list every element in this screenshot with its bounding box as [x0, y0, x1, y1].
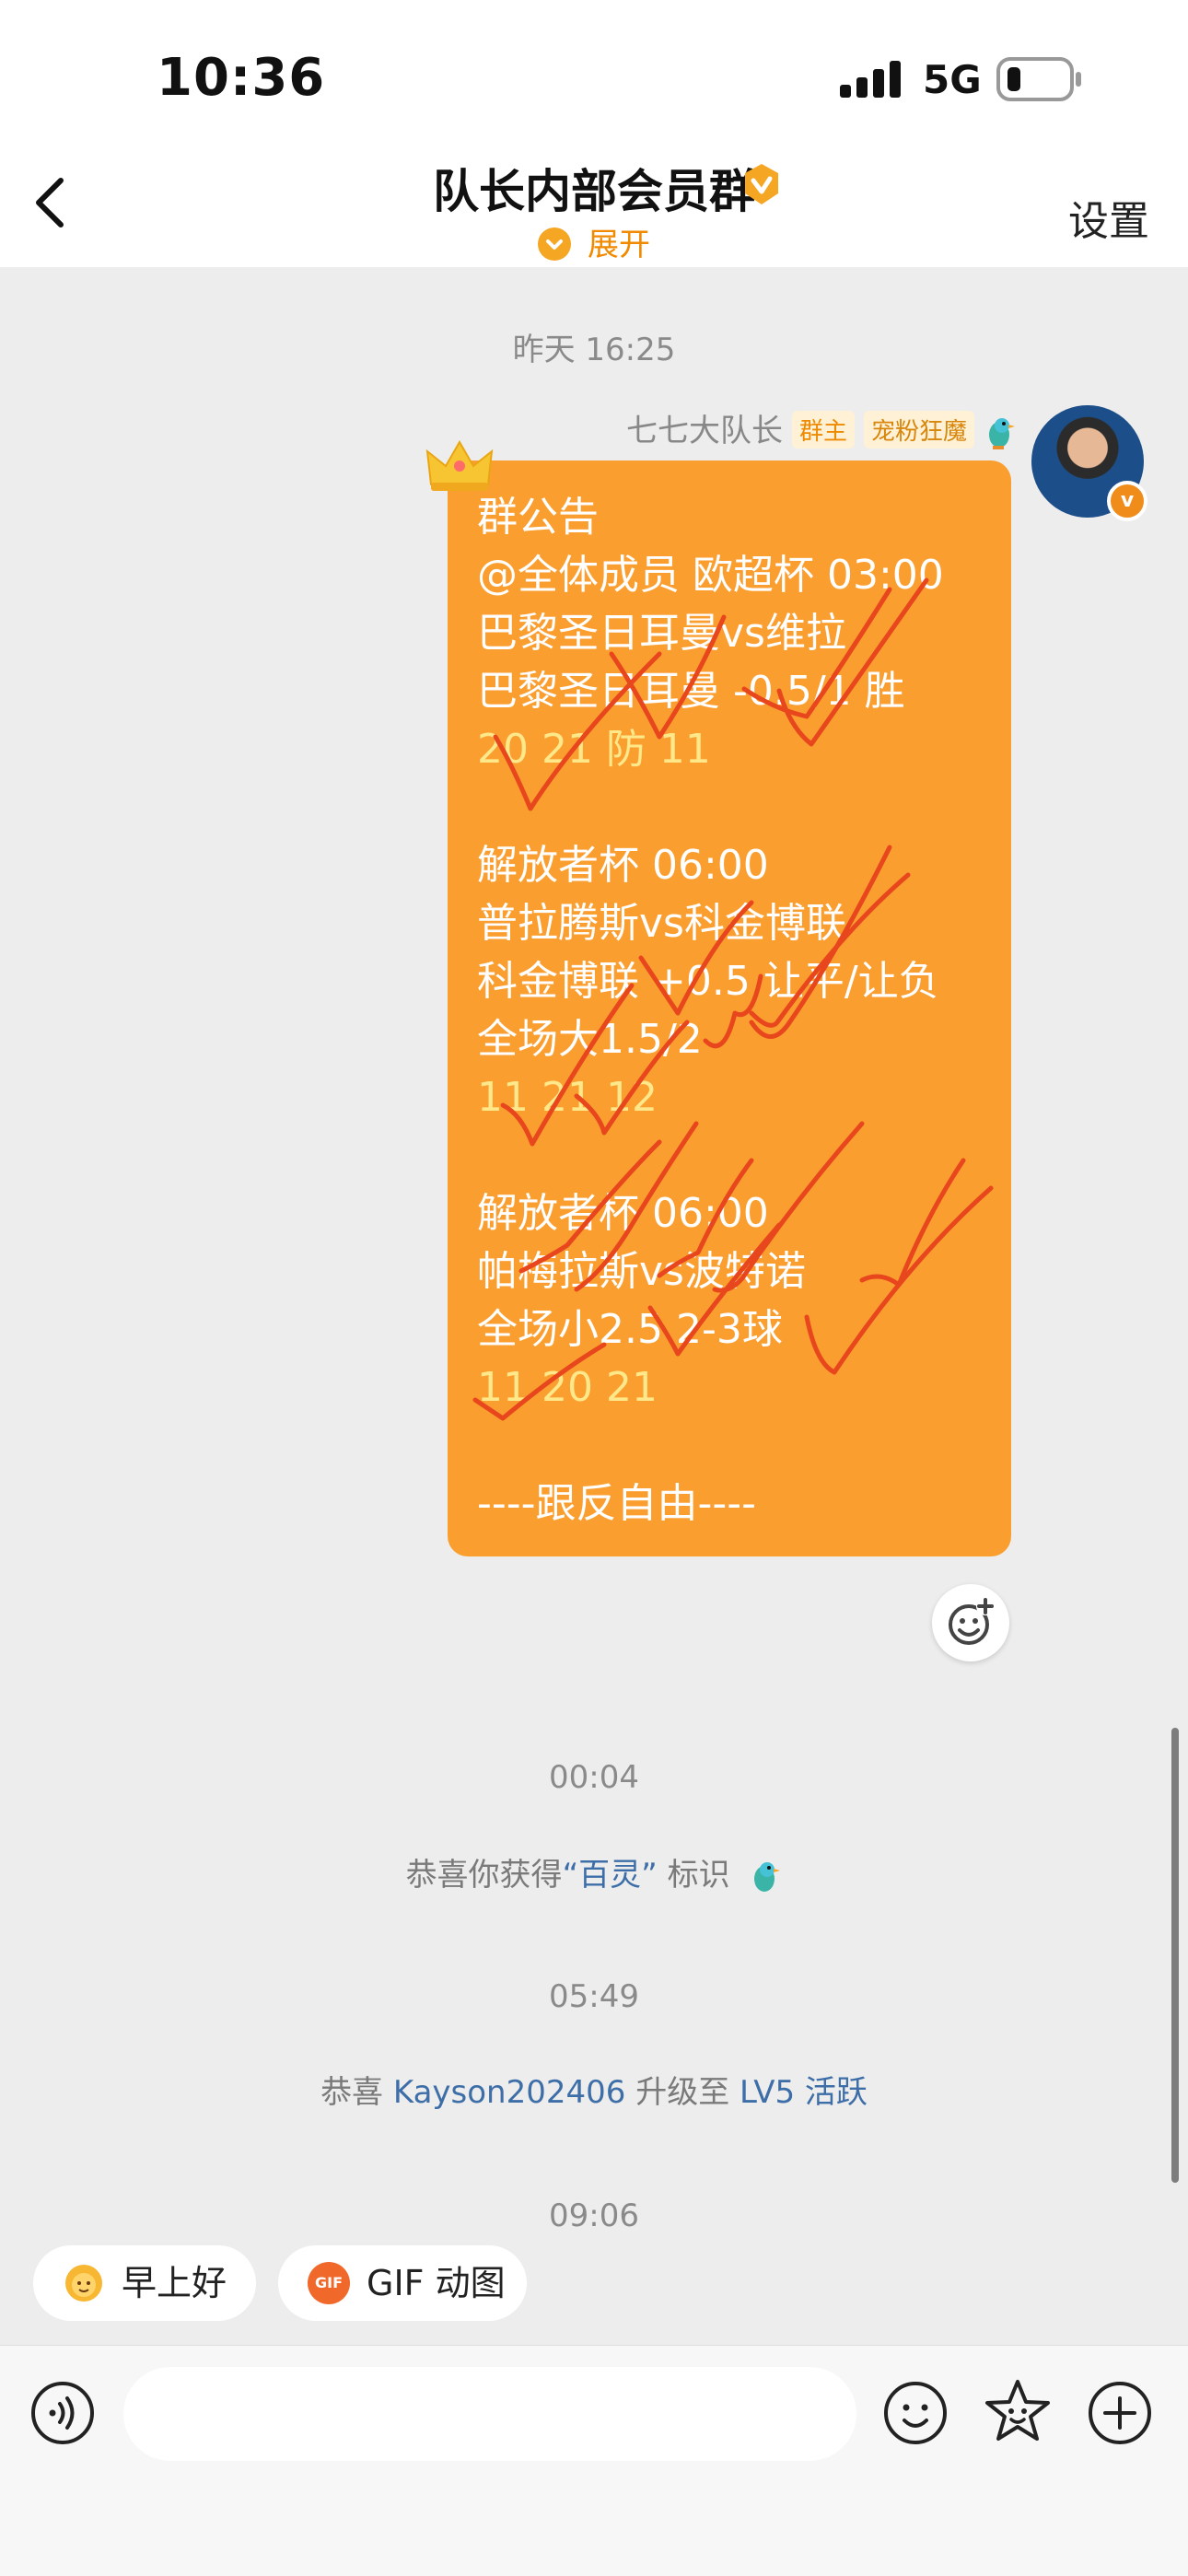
badge-link[interactable]: “百灵” [563, 1857, 658, 1894]
sender-name: 七七大队长 [625, 413, 783, 449]
quick-reply-label: GIF 动图 [367, 2263, 506, 2303]
chevron-down-icon [538, 227, 571, 261]
expand-label: 展开 [588, 227, 650, 263]
emoji-add-icon[interactable] [932, 1584, 1009, 1661]
title-badge: 宠粉狂魔 [863, 411, 974, 449]
expand-toggle[interactable]: 展开 [0, 219, 1188, 264]
star-sticker-icon[interactable] [982, 2376, 1054, 2448]
system-text: 升级至 [625, 2074, 740, 2111]
plus-icon[interactable] [1087, 2380, 1153, 2446]
battery-icon [996, 57, 1081, 101]
status-time: 10:36 [157, 48, 326, 108]
verified-icon [745, 164, 778, 204]
system-message: 恭喜 Kayson202406 升级至 LV5 活跃 [0, 2067, 1188, 2112]
sun-face-icon [65, 2265, 102, 2302]
bird-icon [754, 1861, 781, 1892]
time-divider: 09:06 [549, 2197, 639, 2234]
time-divider: 05:49 [549, 1978, 639, 2015]
network-label: 5G [923, 57, 982, 102]
quick-reply-gif[interactable]: GIF GIF 动图 [278, 2245, 527, 2321]
user-link[interactable]: Kayson202406 [393, 2074, 626, 2111]
system-message: 恭喜你获得“百灵” 标识 [0, 1849, 1188, 1895]
voice-icon[interactable] [29, 2380, 96, 2446]
handwritten-check-marks [472, 577, 994, 1421]
time-divider: 00:04 [549, 1759, 639, 1796]
quick-reply-morning[interactable]: 早上好 [33, 2245, 256, 2321]
bird-icon [989, 417, 1015, 449]
message-input[interactable] [123, 2367, 856, 2461]
time-divider: 昨天 16:25 [512, 332, 676, 368]
chat-title: 队长内部会员群 [433, 165, 755, 218]
system-text: 恭喜你获得 [405, 1857, 563, 1894]
level-link[interactable]: LV5 活跃 [740, 2074, 868, 2111]
quick-reply-label: 早上好 [122, 2263, 227, 2303]
scrollbar[interactable] [1171, 1728, 1179, 2183]
emoji-icon[interactable] [882, 2380, 949, 2446]
system-text: 标识 [657, 1857, 730, 1894]
verified-icon: v [1107, 481, 1147, 521]
sender-info: 七七大队长 群主 宠粉狂魔 [626, 405, 1017, 451]
owner-badge: 群主 [791, 411, 855, 449]
system-text: 恭喜 [320, 2074, 393, 2111]
signal-icon [840, 61, 901, 98]
settings-button[interactable]: 设置 [1068, 188, 1149, 247]
gif-icon: GIF [308, 2262, 350, 2304]
